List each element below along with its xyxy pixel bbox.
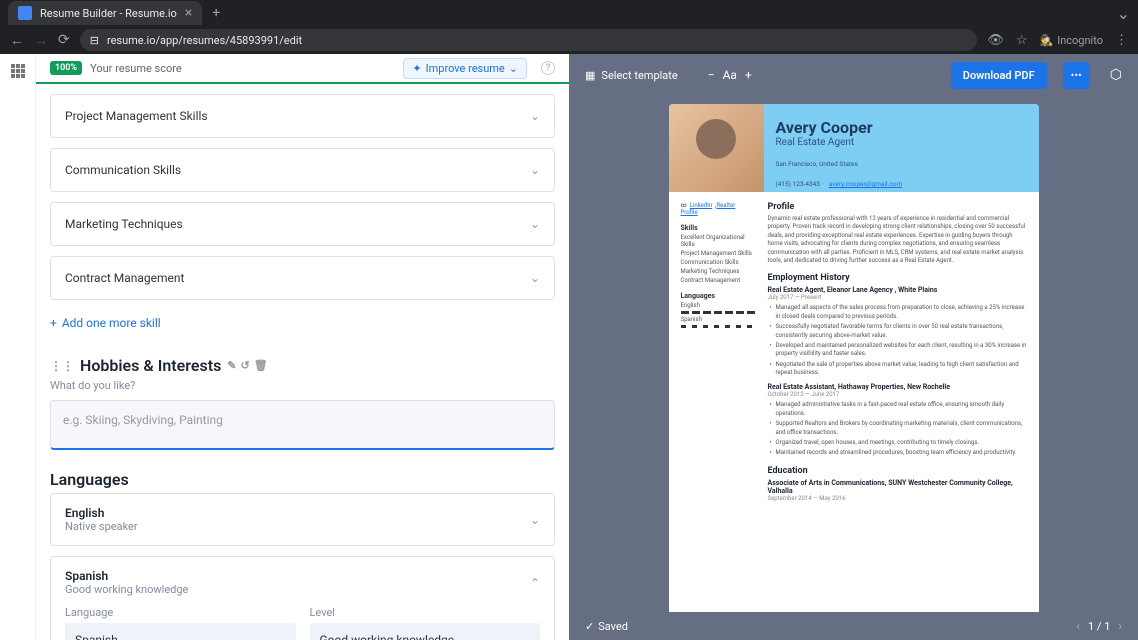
new-tab-button[interactable]: +: [212, 5, 220, 21]
select-template-button[interactable]: ▦Select template: [585, 69, 678, 82]
language-field-label: Language: [65, 606, 296, 619]
incognito-badge: 🕵Incognito: [1040, 33, 1104, 48]
skill-item[interactable]: Contract Management⌄: [50, 256, 555, 300]
chevron-down-icon: ⌄: [530, 513, 540, 527]
chevron-down-icon: ⌄: [509, 62, 518, 75]
site-info-icon[interactable]: ⊟: [90, 34, 99, 47]
close-tab-icon[interactable]: ×: [185, 5, 192, 21]
hobbies-section-title: ⋮⋮ Hobbies & Interests ✎↺🗑: [50, 356, 555, 375]
chevron-down-icon: ⌄: [530, 271, 540, 285]
more-actions-button[interactable]: •••: [1063, 62, 1090, 89]
saved-indicator: ✓Saved: [585, 620, 628, 633]
chevron-down-icon: ⌄: [520, 633, 530, 640]
improve-resume-button[interactable]: ✦ Improve resume ⌄: [403, 58, 527, 79]
skill-item[interactable]: Marketing Techniques⌄: [50, 202, 555, 246]
settings-icon[interactable]: ⬡: [1110, 67, 1122, 83]
browser-more-icon[interactable]: ⋮: [1115, 33, 1128, 48]
browser-menu-icon[interactable]: ⌄: [1117, 4, 1130, 23]
sparkle-icon: ✦: [412, 62, 421, 75]
resume-name: Avery Cooper: [776, 118, 903, 137]
back-icon[interactable]: ←: [10, 32, 24, 49]
apps-grid-icon[interactable]: [11, 64, 25, 78]
drag-handle-icon[interactable]: ⋮⋮: [50, 359, 74, 373]
score-label: Your resume score: [90, 62, 182, 75]
browser-tab[interactable]: Resume Builder - Resume.io ×: [8, 1, 202, 25]
font-size-icon: Aa: [723, 68, 737, 82]
level-field-label: Level: [310, 606, 541, 619]
languages-section-title: Languages: [50, 470, 555, 489]
skill-item[interactable]: Project Management Skills⌄: [50, 94, 555, 138]
font-increase-button[interactable]: +: [745, 68, 752, 82]
hobbies-hint: What do you like?: [50, 379, 555, 392]
preview-panel: ▦Select template − Aa + Download PDF •••…: [569, 54, 1138, 640]
chevron-up-icon[interactable]: ⌃: [530, 576, 540, 590]
language-item-expanded: SpanishGood working knowledge ⌃ Language…: [50, 556, 555, 640]
browser-tab-bar: Resume Builder - Resume.io × + ⌄: [0, 0, 1138, 26]
download-pdf-button[interactable]: Download PDF: [951, 62, 1047, 89]
edit-icon[interactable]: ✎: [227, 359, 236, 372]
editor-panel: 100% Your resume score ✦ Improve resume …: [36, 54, 569, 640]
help-icon[interactable]: ?: [541, 61, 555, 75]
plus-icon: +: [50, 316, 57, 330]
favicon: [18, 6, 32, 20]
skill-item[interactable]: Communication Skills⌄: [50, 148, 555, 192]
tab-title: Resume Builder - Resume.io: [40, 7, 177, 20]
resume-preview: Avery Cooper Real Estate Agent San Franc…: [669, 104, 1039, 612]
next-page-button[interactable]: ›: [1118, 619, 1122, 633]
prev-page-button[interactable]: ‹: [1076, 619, 1080, 633]
left-rail: [0, 54, 36, 640]
grid-icon: ▦: [585, 69, 595, 82]
page-indicator: 1 / 1: [1088, 620, 1110, 633]
check-icon: ✓: [585, 620, 594, 633]
url-input[interactable]: ⊟ resume.io/app/resumes/45893991/edit: [80, 29, 978, 51]
score-bar: 100% Your resume score ✦ Improve resume …: [36, 54, 569, 84]
language-item[interactable]: EnglishNative speaker ⌄: [50, 493, 555, 546]
browser-url-bar: ← → ⟳ ⊟ resume.io/app/resumes/45893991/e…: [0, 26, 1138, 54]
hobbies-input[interactable]: e.g. Skiing, Skydiving, Painting: [50, 400, 555, 450]
preview-footer: ✓Saved ‹ 1 / 1 ›: [569, 612, 1138, 640]
delete-icon[interactable]: 🗑: [254, 359, 268, 372]
preview-header: ▦Select template − Aa + Download PDF •••…: [569, 54, 1138, 96]
forward-icon: →: [34, 32, 48, 49]
url-text: resume.io/app/resumes/45893991/edit: [107, 34, 302, 47]
reload-icon[interactable]: ⟳: [58, 32, 70, 48]
chevron-down-icon: ⌄: [530, 109, 540, 123]
font-decrease-button[interactable]: −: [708, 68, 715, 82]
language-input[interactable]: Spanish: [65, 623, 296, 640]
chevron-down-icon: ⌄: [530, 217, 540, 231]
eye-icon[interactable]: 👁: [987, 33, 1004, 48]
resume-photo: [669, 104, 764, 192]
add-skill-button[interactable]: +Add one more skill: [50, 310, 555, 336]
resume-role: Real Estate Agent: [776, 137, 903, 148]
editor-body: Project Management Skills⌄ Communication…: [36, 84, 569, 640]
chevron-down-icon: ⌄: [530, 163, 540, 177]
level-select[interactable]: Good working knowledge⌄: [310, 623, 541, 640]
score-badge: 100%: [50, 61, 82, 75]
bookmark-icon[interactable]: ☆: [1016, 33, 1028, 48]
undo-icon[interactable]: ↺: [241, 359, 250, 372]
